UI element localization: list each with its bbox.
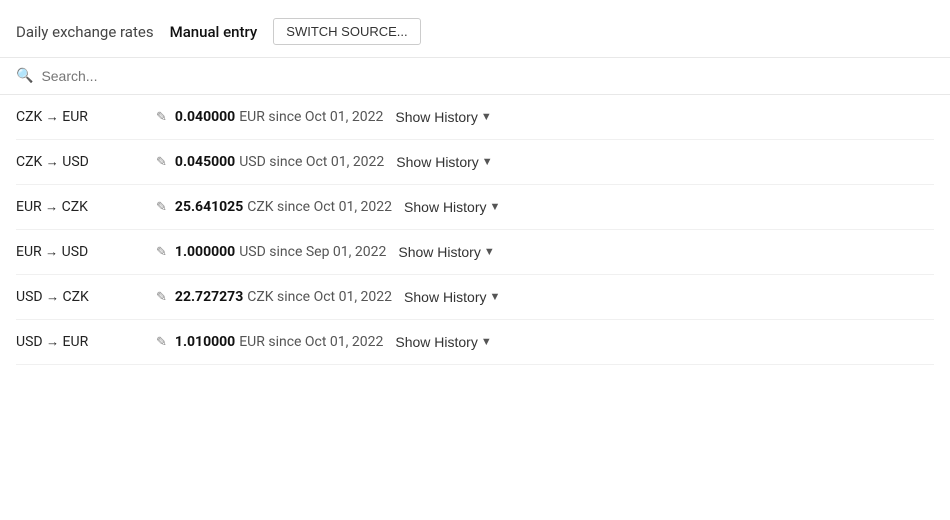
rate-since: USD since Oct 01, 2022 <box>239 154 384 170</box>
search-bar: 🔍 <box>0 58 950 95</box>
rate-pair: USD → CZK <box>16 289 156 305</box>
show-history-button[interactable]: Show History ▼ <box>404 199 500 215</box>
show-history-button[interactable]: Show History ▼ <box>395 334 491 350</box>
chevron-down-icon: ▼ <box>484 246 495 258</box>
table-row: USD → CZK ✎ 22.727273 CZK since Oct 01, … <box>16 275 934 320</box>
rates-list: CZK → EUR ✎ 0.040000 EUR since Oct 01, 2… <box>0 95 950 365</box>
rate-since: CZK since Oct 01, 2022 <box>247 199 392 215</box>
rate-value: 0.045000 <box>175 154 235 170</box>
show-history-label: Show History <box>404 199 486 215</box>
edit-icon[interactable]: ✎ <box>156 200 167 215</box>
chevron-down-icon: ▼ <box>482 156 493 168</box>
table-row: USD → EUR ✎ 1.010000 EUR since Oct 01, 2… <box>16 320 934 365</box>
tab-manual-entry[interactable]: Manual entry <box>170 23 258 41</box>
rate-pair: USD → EUR <box>16 334 156 350</box>
rate-pair: EUR → USD <box>16 244 156 260</box>
search-input[interactable] <box>41 68 341 84</box>
header: Daily exchange rates Manual entry SWITCH… <box>0 0 950 58</box>
search-icon: 🔍 <box>16 68 33 84</box>
show-history-label: Show History <box>398 244 480 260</box>
rate-since: EUR since Oct 01, 2022 <box>239 334 383 350</box>
show-history-button[interactable]: Show History ▼ <box>404 289 500 305</box>
edit-icon[interactable]: ✎ <box>156 110 167 125</box>
switch-source-button[interactable]: SWITCH SOURCE... <box>273 18 420 45</box>
table-row: CZK → USD ✎ 0.045000 USD since Oct 01, 2… <box>16 140 934 185</box>
table-row: EUR → CZK ✎ 25.641025 CZK since Oct 01, … <box>16 185 934 230</box>
rate-since: CZK since Oct 01, 2022 <box>247 289 392 305</box>
edit-icon[interactable]: ✎ <box>156 245 167 260</box>
show-history-label: Show History <box>396 154 478 170</box>
show-history-button[interactable]: Show History ▼ <box>395 109 491 125</box>
rate-since: USD since Sep 01, 2022 <box>239 244 386 260</box>
show-history-label: Show History <box>404 289 486 305</box>
table-row: EUR → USD ✎ 1.000000 USD since Sep 01, 2… <box>16 230 934 275</box>
rate-value: 25.641025 <box>175 199 243 215</box>
rate-since: EUR since Oct 01, 2022 <box>239 109 383 125</box>
show-history-button[interactable]: Show History ▼ <box>398 244 494 260</box>
rate-value: 1.000000 <box>175 244 235 260</box>
page-title: Daily exchange rates <box>16 23 154 41</box>
edit-icon[interactable]: ✎ <box>156 335 167 350</box>
rate-value: 0.040000 <box>175 109 235 125</box>
table-row: CZK → EUR ✎ 0.040000 EUR since Oct 01, 2… <box>16 95 934 140</box>
rate-value: 1.010000 <box>175 334 235 350</box>
rate-value: 22.727273 <box>175 289 243 305</box>
show-history-label: Show History <box>395 334 477 350</box>
edit-icon[interactable]: ✎ <box>156 155 167 170</box>
chevron-down-icon: ▼ <box>481 336 492 348</box>
edit-icon[interactable]: ✎ <box>156 290 167 305</box>
chevron-down-icon: ▼ <box>490 291 501 303</box>
rate-pair: CZK → EUR <box>16 109 156 125</box>
rate-pair: EUR → CZK <box>16 199 156 215</box>
rate-pair: CZK → USD <box>16 154 156 170</box>
show-history-label: Show History <box>395 109 477 125</box>
show-history-button[interactable]: Show History ▼ <box>396 154 492 170</box>
chevron-down-icon: ▼ <box>481 111 492 123</box>
chevron-down-icon: ▼ <box>490 201 501 213</box>
